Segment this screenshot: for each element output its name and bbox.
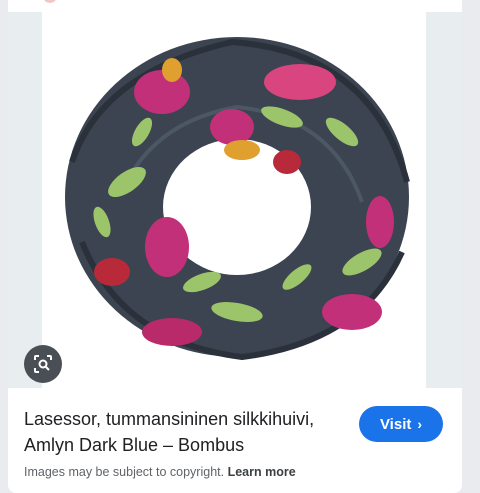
- visit-button[interactable]: Visit ›: [359, 406, 443, 442]
- copyright-note: Images may be subject to copyright. Lear…: [24, 465, 444, 479]
- card-top-edge: [8, 0, 462, 12]
- copyright-text: Images may be subject to copyright.: [24, 465, 225, 479]
- learn-more-link[interactable]: Learn more: [228, 465, 296, 479]
- visit-button-label: Visit: [379, 415, 412, 433]
- image-result-card: Lasessor, tummansininen silkkihuivi, Aml…: [8, 0, 462, 493]
- lens-search-icon: [34, 355, 52, 373]
- chevron-right-icon: ›: [417, 416, 423, 432]
- lens-search-button[interactable]: [24, 345, 62, 383]
- result-title[interactable]: Lasessor, tummansininen silkkihuivi, Aml…: [24, 406, 344, 458]
- scarf-illustration: [65, 37, 410, 361]
- image-preview-area[interactable]: [8, 12, 462, 388]
- scarf-image[interactable]: [42, 12, 426, 388]
- favicon-dot: [44, 0, 56, 3]
